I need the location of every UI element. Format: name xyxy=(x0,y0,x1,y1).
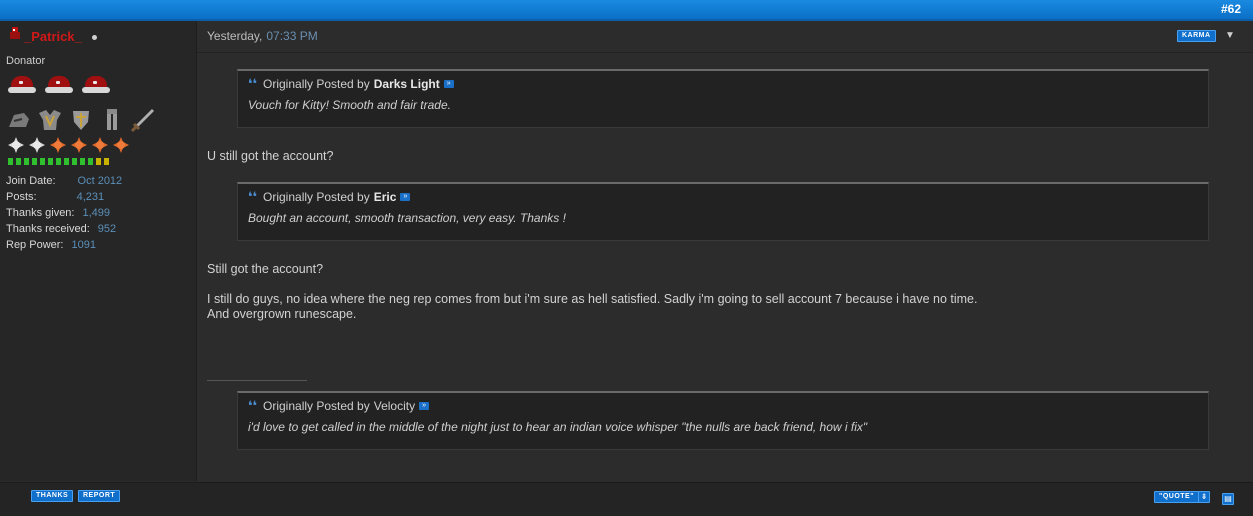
quote-author: Eric xyxy=(373,190,397,204)
stat-label: Thanks given: xyxy=(6,207,75,219)
post-text: U still got the account? xyxy=(207,149,334,163)
multi-quote-icon[interactable]: ⇟ xyxy=(1198,491,1210,503)
stat-value: 1091 xyxy=(71,239,96,251)
quote-header: ❛❛ Originally Posted by Velocity » xyxy=(248,398,430,414)
quote-text: Vouch for Kitty! Smooth and fair trade. xyxy=(248,98,451,112)
santa-hat-icon xyxy=(45,73,73,99)
user-title: Donator xyxy=(6,55,46,67)
rep-bar xyxy=(40,158,45,165)
post-header-bar: #62 xyxy=(0,0,1253,21)
stat-value: Oct 2012 xyxy=(77,175,123,187)
award-gear xyxy=(6,107,156,133)
quote-header: ❛❛ Originally Posted by Darks Light » xyxy=(248,76,454,92)
stat-label: Posts: xyxy=(6,191,37,203)
view-post-icon[interactable]: » xyxy=(419,402,430,410)
stat-value: 1,499 xyxy=(82,207,111,219)
stat-rep-power: Rep Power: 1091 xyxy=(6,239,122,255)
shield-icon xyxy=(73,111,89,130)
silver-badge-icon xyxy=(29,137,45,153)
reputation-bars xyxy=(8,158,109,165)
stat-join-date: Join Date: Oct 2012 xyxy=(6,175,122,191)
post-date: Yesterday, 07:33 PM xyxy=(207,29,318,43)
rep-bar xyxy=(96,158,101,165)
quote-icon: ❛❛ xyxy=(248,398,258,413)
stat-value: 4,231 xyxy=(76,191,105,203)
karma-button[interactable]: Karma xyxy=(1177,30,1216,42)
report-button[interactable]: Report xyxy=(78,490,121,502)
signature-quote-block: ❛❛ Originally Posted by Velocity » i'd l… xyxy=(237,391,1209,450)
online-status-icon xyxy=(92,35,97,40)
orange-badge-icon xyxy=(50,137,66,153)
post-number-link[interactable]: #62 xyxy=(1221,2,1241,16)
helmet-icon xyxy=(9,113,29,127)
quote-author: Darks Light xyxy=(373,77,440,91)
user-status-icon xyxy=(10,27,20,39)
stat-label: Rep Power: xyxy=(6,239,64,251)
quote-block: ❛❛ Originally Posted by Darks Light » Vo… xyxy=(237,69,1209,128)
post-date-label: Yesterday, xyxy=(207,29,263,43)
santa-hat-icon xyxy=(82,73,110,99)
view-post-icon[interactable]: » xyxy=(443,80,454,88)
post-footer: Thanks Report "Quote" ⇟ ▤ xyxy=(0,482,1253,516)
username-link[interactable]: _Patrick_ xyxy=(24,29,82,44)
stat-posts: Posts: 4,231 xyxy=(6,191,122,207)
award-gems xyxy=(8,137,129,153)
stat-thanks-given: Thanks given: 1,499 xyxy=(6,207,122,223)
stat-label: Join Date: xyxy=(6,175,56,187)
post-time: 07:33 PM xyxy=(266,29,318,43)
platelegs-icon xyxy=(107,109,117,130)
quote-prefix: Originally Posted by xyxy=(263,77,370,91)
platebody-icon xyxy=(39,110,61,130)
view-post-icon[interactable]: » xyxy=(400,193,411,201)
quote-text: Bought an account, smooth transaction, v… xyxy=(248,211,566,225)
user-stats: Join Date: Oct 2012 Posts: 4,231 Thanks … xyxy=(6,175,122,255)
sword-icon xyxy=(130,109,154,133)
quote-button[interactable]: "Quote" xyxy=(1154,491,1200,503)
rep-bar xyxy=(16,158,21,165)
rep-bar xyxy=(8,158,13,165)
award-hats xyxy=(8,73,110,99)
thanks-button[interactable]: Thanks xyxy=(31,490,74,502)
quote-prefix: Originally Posted by xyxy=(263,399,370,413)
rep-bar xyxy=(24,158,29,165)
signature-divider xyxy=(207,380,307,381)
quote-icon: ❛❛ xyxy=(248,76,258,91)
silver-badge-icon xyxy=(8,137,24,153)
rep-bar xyxy=(56,158,61,165)
orange-badge-icon xyxy=(71,137,87,153)
santa-hat-icon xyxy=(8,73,36,99)
header-divider xyxy=(197,52,1253,53)
user-sidebar: _Patrick_ Donator Join Date: Oct 2012 Po… xyxy=(0,21,197,481)
rep-bar xyxy=(88,158,93,165)
post-text: I still do guys, no idea where the neg r… xyxy=(207,292,978,306)
quick-reply-icon[interactable]: ▤ xyxy=(1222,493,1234,505)
orange-badge-icon xyxy=(113,137,129,153)
post-text: Still got the account? xyxy=(207,262,324,276)
quote-author: Velocity xyxy=(373,399,416,413)
rep-bar xyxy=(104,158,109,165)
stat-value: 952 xyxy=(97,223,117,235)
quote-header: ❛❛ Originally Posted by Eric » xyxy=(248,189,411,205)
rep-bar xyxy=(72,158,77,165)
rep-bar xyxy=(64,158,69,165)
quote-block: ❛❛ Originally Posted by Eric » Bought an… xyxy=(237,182,1209,241)
rep-bar xyxy=(80,158,85,165)
rep-bar xyxy=(32,158,37,165)
stat-label: Thanks received: xyxy=(6,223,90,235)
stat-thanks-received: Thanks received: 952 xyxy=(6,223,122,239)
chevron-down-icon[interactable]: ▼ xyxy=(1225,30,1235,41)
orange-badge-icon xyxy=(92,137,108,153)
quote-text: i'd love to get called in the middle of … xyxy=(248,420,868,434)
quote-icon: ❛❛ xyxy=(248,189,258,204)
rep-bar xyxy=(48,158,53,165)
post-text: And overgrown runescape. xyxy=(207,307,357,321)
quote-prefix: Originally Posted by xyxy=(263,190,370,204)
post-content: Yesterday, 07:33 PM Karma ▼ ❛❛ Originally… xyxy=(197,21,1253,481)
